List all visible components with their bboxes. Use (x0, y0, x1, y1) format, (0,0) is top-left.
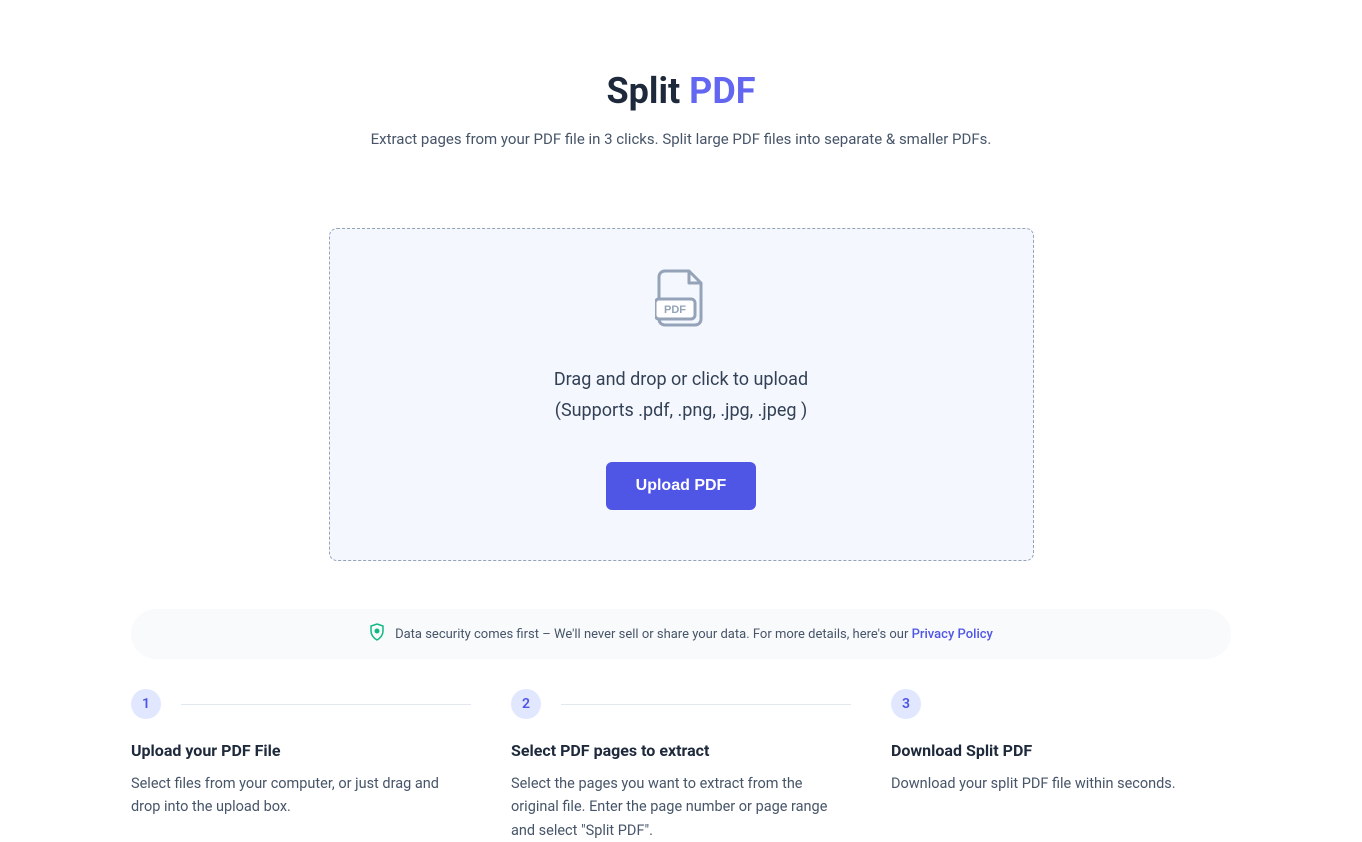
step-3: 3 Download Split PDF Download your split… (891, 689, 1231, 842)
step-title: Upload your PDF File (131, 741, 471, 760)
svg-text:PDF: PDF (664, 304, 686, 316)
privacy-policy-link[interactable]: Privacy Policy (912, 627, 993, 642)
page-subtitle: Extract pages from your PDF file in 3 cl… (131, 130, 1231, 148)
step-title: Select PDF pages to extract (511, 741, 851, 760)
page-title: Split PDF (131, 70, 1231, 112)
security-notice: Data security comes first – We'll never … (131, 609, 1231, 659)
dropzone-line1: Drag and drop or click to upload (350, 365, 1013, 396)
dropzone-line2: (Supports .pdf, .png, .jpg, .jpeg ) (350, 396, 1013, 427)
hero-section: Split PDF Extract pages from your PDF fi… (131, 70, 1231, 148)
steps-row: 1 Upload your PDF File Select files from… (131, 689, 1231, 842)
step-divider (561, 704, 851, 705)
dropzone-instructions: Drag and drop or click to upload (Suppor… (350, 365, 1013, 426)
security-text: Data security comes first – We'll never … (395, 627, 993, 642)
step-number-badge: 2 (511, 689, 541, 719)
step-title: Download Split PDF (891, 741, 1231, 760)
title-text-accent: PDF (689, 70, 755, 112)
pdf-file-icon: PDF (350, 269, 1013, 331)
shield-check-icon (369, 623, 385, 645)
upload-pdf-button[interactable]: Upload PDF (606, 462, 757, 510)
step-description: Select files from your computer, or just… (131, 772, 471, 818)
step-2: 2 Select PDF pages to extract Select the… (511, 689, 851, 842)
step-divider (181, 704, 471, 705)
step-header: 2 (511, 689, 851, 719)
step-number-badge: 1 (131, 689, 161, 719)
step-description: Download your split PDF file within seco… (891, 772, 1231, 795)
step-header: 1 (131, 689, 471, 719)
step-header: 3 (891, 689, 1231, 719)
security-text-content: Data security comes first – We'll never … (395, 627, 912, 642)
upload-dropzone[interactable]: PDF Drag and drop or click to upload (Su… (329, 228, 1034, 561)
title-text-dark: Split (607, 70, 690, 112)
step-number-badge: 3 (891, 689, 921, 719)
step-1: 1 Upload your PDF File Select files from… (131, 689, 471, 842)
step-description: Select the pages you want to extract fro… (511, 772, 851, 842)
